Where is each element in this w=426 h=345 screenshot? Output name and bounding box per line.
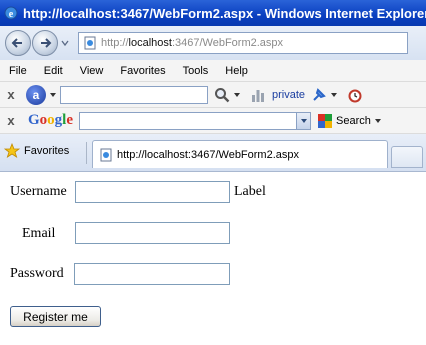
close-google-toolbar-button[interactable]: x: [0, 113, 22, 128]
menu-file[interactable]: File: [0, 65, 35, 77]
star-icon: [4, 143, 20, 158]
forward-arrow-icon: [41, 38, 52, 48]
ask-toolbar: x a private: [0, 82, 426, 108]
username-input[interactable]: [75, 181, 230, 203]
forward-button[interactable]: [32, 30, 58, 56]
password-label: Password: [10, 266, 64, 281]
menu-bar: File Edit View Favorites Tools Help: [0, 60, 426, 82]
private-link[interactable]: private: [272, 89, 305, 101]
google-toolbar: x Google Search: [0, 108, 426, 134]
recent-pages-dropdown-icon[interactable]: [60, 38, 70, 48]
email-label: Email: [22, 226, 56, 241]
url-host: localhost: [128, 37, 172, 49]
menu-help[interactable]: Help: [216, 65, 256, 77]
address-bar[interactable]: http://localhost:3467/WebForm2.aspx: [78, 32, 408, 54]
window-title-bar: e http://localhost:3467/WebForm2.aspx - …: [0, 0, 426, 26]
google-search-button[interactable]: Search: [336, 115, 371, 127]
google-search-input[interactable]: [79, 111, 312, 130]
favorites-label: Favorites: [24, 145, 70, 157]
pin-icon[interactable]: [311, 87, 327, 103]
email-input[interactable]: [75, 222, 230, 244]
google-search-dropdown[interactable]: [296, 112, 311, 129]
new-tab-button[interactable]: [391, 146, 423, 168]
menu-view[interactable]: View: [71, 65, 112, 77]
menu-favorites[interactable]: Favorites: [111, 65, 173, 77]
internet-explorer-icon: e: [4, 6, 18, 20]
search-icon[interactable]: [214, 87, 230, 103]
search-options-dropdown-icon[interactable]: [374, 117, 382, 125]
url-prefix: http://: [101, 37, 129, 49]
tab-label: http://localhost:3467/WebForm2.aspx: [117, 148, 300, 161]
search-dropdown-icon[interactable]: [233, 91, 241, 99]
back-button[interactable]: [5, 30, 31, 56]
chevron-down-icon[interactable]: [49, 91, 57, 99]
favorites-button[interactable]: Favorites: [4, 143, 69, 159]
password-input[interactable]: [74, 263, 230, 285]
toolbar-search-input[interactable]: [60, 85, 208, 104]
page-icon: [100, 148, 112, 161]
alarm-clock-icon[interactable]: [347, 87, 363, 103]
svg-text:e: e: [9, 9, 14, 20]
menu-edit[interactable]: Edit: [35, 65, 71, 77]
tab-webform2[interactable]: http://localhost:3467/WebForm2.aspx: [92, 140, 388, 168]
register-button[interactable]: Register me: [10, 306, 101, 327]
chevron-down-icon: [300, 118, 307, 123]
ask-logo-icon[interactable]: a: [26, 84, 46, 105]
back-arrow-icon: [11, 38, 22, 48]
toolbar-separator: [86, 142, 87, 164]
pin-dropdown-icon[interactable]: [330, 91, 338, 99]
address-row: http://localhost:3467/WebForm2.aspx: [0, 26, 426, 60]
menu-tools[interactable]: Tools: [174, 65, 217, 77]
page-content: Username Label Email Password Register m…: [0, 173, 426, 345]
side-label: Label: [234, 184, 266, 199]
url-path: :3467/WebForm2.aspx: [171, 37, 284, 49]
google-search-icon[interactable]: [317, 113, 333, 129]
username-label: Username: [10, 184, 67, 199]
bar-chart-icon[interactable]: [250, 87, 266, 103]
window-title: http://localhost:3467/WebForm2.aspx - Wi…: [23, 5, 426, 21]
tab-bar: Favorites http://localhost:3467/WebForm2…: [0, 134, 426, 172]
page-icon: [84, 36, 96, 50]
google-logo: Google: [28, 112, 74, 128]
close-toolbar-button[interactable]: x: [0, 87, 22, 102]
